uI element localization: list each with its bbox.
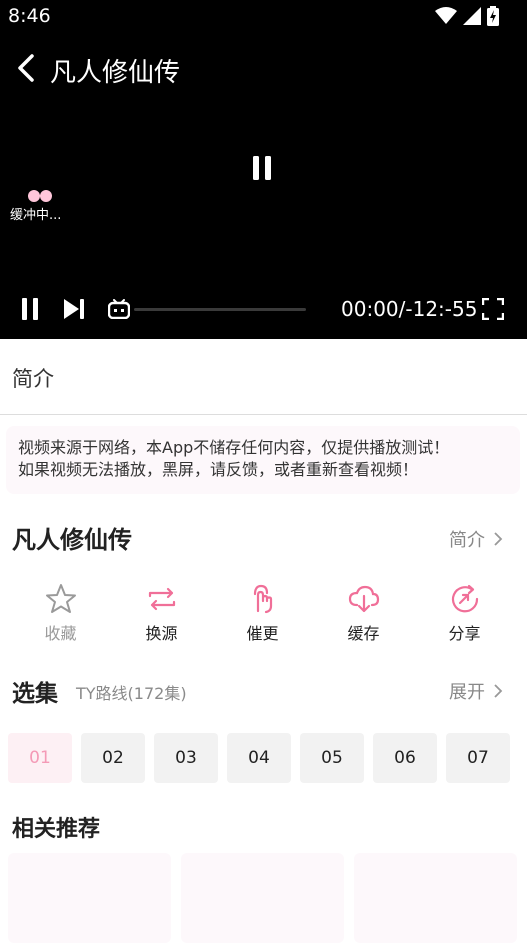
next-episode-button[interactable] (62, 298, 86, 320)
share-label: 分享 (448, 624, 481, 643)
cache-button[interactable]: 缓存 (313, 582, 414, 646)
buffering-dots-icon (28, 190, 61, 202)
episode-item[interactable]: 07 (446, 733, 510, 783)
urge-update-label: 催更 (246, 624, 279, 643)
expand-episodes-link[interactable]: 展开 (449, 678, 503, 704)
back-button[interactable] (12, 52, 42, 84)
episode-item[interactable]: 05 (300, 733, 364, 783)
video-player[interactable]: 8:46 凡人修仙传 缓冲中... 00:00/-12:-55 (0, 0, 527, 339)
cache-label: 缓存 (347, 624, 380, 643)
center-pause-button[interactable] (250, 154, 274, 182)
pause-icon (22, 298, 38, 320)
progress-bar[interactable] (134, 308, 306, 311)
tab-intro[interactable]: 简介 (0, 339, 527, 415)
favorite-label: 收藏 (44, 624, 77, 643)
episode-item[interactable]: 03 (154, 733, 218, 783)
share-icon (451, 584, 478, 613)
switch-source-label: 换源 (145, 624, 178, 643)
wifi-icon (435, 7, 457, 29)
fullscreen-button[interactable] (481, 297, 505, 321)
tab-intro-label: 简介 (12, 367, 54, 391)
urge-update-button[interactable]: 催更 (212, 582, 313, 646)
notice-line-2: 如果视频无法播放，黑屏，请反馈，或者重新查看视频！ (18, 460, 419, 479)
chevron-right-icon (494, 532, 503, 546)
buffering-text: 缓冲中... (10, 208, 62, 223)
chevron-right-icon (494, 684, 503, 698)
switch-source-icon (148, 587, 175, 611)
episode-item[interactable]: 01 (8, 733, 72, 783)
episode-item[interactable]: 04 (227, 733, 291, 783)
route-label[interactable]: TY路线(172集) (76, 680, 187, 704)
battery-charging-icon (487, 6, 499, 30)
danmaku-icon (107, 299, 131, 320)
time-readout: 00:00/-12:-55 (341, 297, 478, 321)
episode-item[interactable]: 06 (373, 733, 437, 783)
intro-link[interactable]: 简介 (449, 526, 503, 552)
urge-update-icon (253, 584, 272, 614)
skip-next-icon (64, 299, 84, 319)
video-title: 凡人修仙传 (50, 58, 181, 88)
buffering-indicator: 缓冲中... (10, 190, 61, 223)
status-bar: 8:46 (0, 0, 527, 32)
pause-icon (253, 156, 271, 180)
disclaimer-notice: 视频来源于网络，本App不储存任何内容，仅提供播放测试！ 如果视频无法播放，黑屏… (6, 426, 520, 494)
pause-button[interactable] (20, 297, 40, 321)
status-time: 8:46 (8, 5, 51, 27)
player-controls: 00:00/-12:-55 (0, 290, 527, 330)
signal-icon (463, 7, 481, 29)
episodes-header: 选集 TY路线(172集) 展开 (12, 674, 517, 707)
notice-line-1: 视频来源于网络，本App不储存任何内容，仅提供播放测试！ (18, 438, 450, 457)
related-card[interactable] (181, 853, 344, 943)
related-card[interactable] (8, 853, 171, 943)
fullscreen-icon (481, 297, 505, 321)
show-title: 凡人修仙传 (12, 526, 132, 554)
action-bar: 收藏 换源 催更 缓存 分享 (10, 582, 515, 646)
episode-item[interactable]: 02 (81, 733, 145, 783)
cloud-download-icon (348, 585, 379, 613)
danmaku-toggle-button[interactable] (107, 299, 131, 320)
switch-source-button[interactable]: 换源 (111, 582, 212, 646)
episodes-title: 选集 (12, 681, 58, 707)
back-arrow-icon (18, 54, 34, 82)
status-icons (435, 6, 499, 30)
share-button[interactable]: 分享 (414, 582, 515, 646)
favorite-button[interactable]: 收藏 (10, 582, 111, 646)
star-icon (45, 584, 76, 613)
episode-list: 01 02 03 04 05 06 07 (8, 733, 527, 783)
related-card[interactable] (354, 853, 517, 943)
expand-label: 展开 (449, 682, 485, 703)
player-title-bar: 凡人修仙传 (0, 44, 527, 92)
related-list (8, 853, 527, 943)
related-title: 相关推荐 (12, 817, 101, 842)
intro-link-label: 简介 (449, 530, 485, 551)
